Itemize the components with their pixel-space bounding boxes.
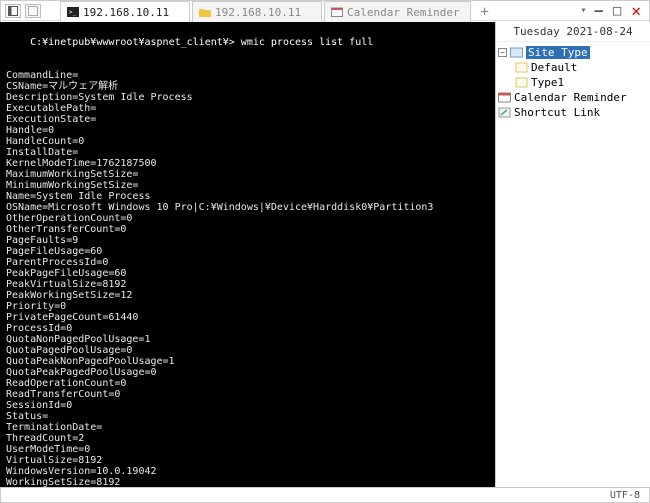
add-tab-button[interactable]: +: [473, 1, 497, 22]
minimize-button[interactable]: —: [592, 3, 604, 19]
terminal-prompt: C:¥inetpub¥wwwroot¥aspnet_client¥> wmic …: [30, 37, 373, 48]
maximize-button[interactable]: □: [611, 3, 623, 19]
folder-icon: [199, 7, 211, 17]
sidebar: Tuesday 2021-08-24 − Site Type Default T…: [495, 22, 650, 487]
tree-item-label: Calendar Reminder: [514, 91, 627, 104]
encoding-label: UTF-8: [610, 490, 650, 501]
folder-icon: [510, 47, 523, 58]
tree-item-link[interactable]: Shortcut Link: [498, 105, 648, 120]
terminal-pane[interactable]: C:¥inetpub¥wwwroot¥aspnet_client¥> wmic …: [0, 22, 495, 487]
status-bar: UTF-8: [0, 487, 650, 503]
tree-child-label: Type1: [531, 76, 564, 89]
tab-label: 192.168.10.11: [215, 6, 301, 19]
terminal-icon: >_: [67, 7, 79, 17]
calendar-icon: [498, 92, 511, 103]
date-label: Tuesday 2021-08-24: [496, 22, 650, 42]
tree-root-label: Site Type: [526, 46, 590, 59]
terminal-output: CommandLine= CSName=マルウェア解析 Description=…: [6, 70, 433, 487]
tab-calendar[interactable]: Calendar Reminder: [324, 1, 471, 22]
tab-bar: >_ 192.168.10.11 192.168.10.11 Calendar …: [60, 1, 570, 23]
layout-button-1[interactable]: [5, 4, 21, 18]
close-button[interactable]: ✕: [629, 1, 643, 20]
tab-overflow-icon[interactable]: ▾: [580, 5, 586, 16]
tab-label: 192.168.10.11: [83, 6, 169, 19]
tree-root[interactable]: − Site Type: [498, 45, 648, 60]
tab-terminal[interactable]: >_ 192.168.10.11: [60, 1, 190, 22]
tree-view: − Site Type Default Type1 Calendar Remin…: [496, 42, 650, 123]
item-icon: [515, 62, 528, 73]
tab-folder[interactable]: 192.168.10.11: [192, 1, 322, 22]
tree-child[interactable]: Default: [498, 60, 648, 75]
item-icon: [515, 77, 528, 88]
tab-label: Calendar Reminder: [347, 6, 460, 19]
collapse-icon[interactable]: −: [498, 48, 507, 57]
tree-item-label: Shortcut Link: [514, 106, 600, 119]
main-area: C:¥inetpub¥wwwroot¥aspnet_client¥> wmic …: [0, 22, 650, 487]
tree-child[interactable]: Type1: [498, 75, 648, 90]
tree-child-label: Default: [531, 61, 577, 74]
link-icon: [498, 107, 511, 118]
layout-button-2[interactable]: [25, 4, 41, 18]
svg-text:>_: >_: [69, 9, 77, 16]
tree-item-calendar[interactable]: Calendar Reminder: [498, 90, 648, 105]
calendar-icon: [331, 7, 343, 17]
